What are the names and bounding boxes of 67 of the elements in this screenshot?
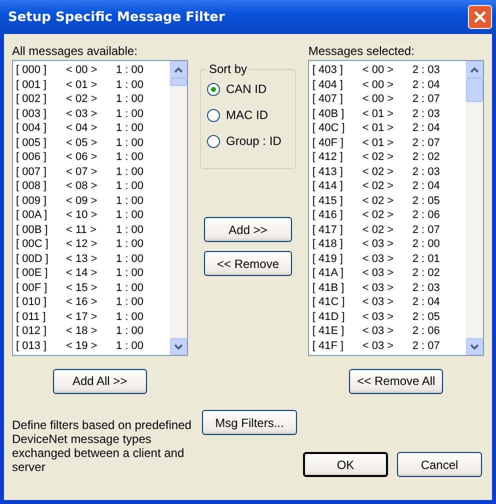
scrollbar[interactable] [170,61,187,355]
list-item[interactable]: [ 012 ] < 18 > 1 : 00 [16,324,170,338]
radio-option[interactable]: Group : ID [207,134,289,148]
scrollbar[interactable] [466,61,483,355]
list-item[interactable]: [ 41E ] < 03 > 2 : 06 [312,324,466,338]
list-item[interactable]: [ 00C ] < 12 > 1 : 00 [16,237,170,252]
list-item[interactable]: [ 416 ] < 02 > 2 : 06 [312,208,466,222]
list-item[interactable]: [ 40C ] < 01 > 2 : 04 [312,121,466,136]
list-item[interactable]: [ 414 ] < 02 > 2 : 04 [312,179,466,194]
list-item[interactable]: [ 008 ] < 08 > 1 : 00 [16,179,170,194]
list-item[interactable]: [ 005 ] < 05 > 1 : 00 [16,136,170,150]
list-label: All messages available: [12,43,138,60]
list-item[interactable]: [ 011 ] < 17 > 1 : 00 [16,310,170,324]
scroll-down-icon[interactable] [170,338,187,355]
list-item[interactable]: [ 013 ] < 19 > 1 : 00 [16,338,170,353]
list-item[interactable]: [ 404 ] < 00 > 2 : 04 [312,78,466,92]
add-button[interactable]: Add >> [204,217,292,242]
list-item[interactable]: [ 002 ] < 02 > 1 : 00 [16,92,170,106]
scroll-up-icon[interactable] [466,61,483,78]
list-item[interactable]: [ 413 ] < 02 > 2 : 03 [312,164,466,179]
list-item[interactable]: [ 010 ] < 16 > 1 : 00 [16,295,170,310]
list-item[interactable]: [ 00B ] < 11 > 1 : 00 [16,222,170,237]
radio-option[interactable]: MAC ID [207,108,289,122]
msg-filters-button[interactable]: Msg Filters... [202,410,297,435]
list-item[interactable]: [ 41C ] < 03 > 2 : 04 [312,295,466,310]
list-button[interactable]: Add All >> [52,368,147,394]
list-item[interactable]: [ 00E ] < 14 > 1 : 00 [16,266,170,280]
close-button[interactable] [468,5,492,29]
scroll-thumb[interactable] [466,78,483,102]
scroll-down-icon[interactable] [466,338,483,355]
list-item[interactable]: [ 41F ] < 03 > 2 : 07 [312,338,466,353]
list-item[interactable]: [ 419 ] < 03 > 2 : 01 [312,252,466,266]
list-item[interactable]: [ 41D ] < 03 > 2 : 05 [312,310,466,324]
list-item[interactable]: [ 003 ] < 03 > 1 : 00 [16,106,170,121]
list-label: Messages selected: [308,43,416,60]
list-button[interactable]: << Remove All [349,368,444,394]
list-item[interactable]: [ 412 ] < 02 > 2 : 02 [312,150,466,164]
list-item[interactable]: [ 00D ] < 13 > 1 : 00 [16,252,170,266]
scroll-thumb[interactable] [170,78,187,86]
list-item[interactable]: [ 41A ] < 03 > 2 : 02 [312,266,466,280]
list-item[interactable]: [ 417 ] < 02 > 2 : 07 [312,222,466,237]
hint-text: Define filters based on predefined DeviceNet message types exchanged between a client and server [12,417,192,476]
list-item[interactable]: [ 40B ] < 01 > 2 : 03 [312,106,466,121]
list-item[interactable]: [ 001 ] < 01 > 1 : 00 [16,78,170,92]
dialog-button[interactable]: Cancel [397,452,482,477]
window-title: Setup Specific Message Filter [8,10,225,24]
list-item[interactable]: [ 00F ] < 15 > 1 : 00 [16,280,170,295]
scroll-up-icon[interactable] [170,61,187,78]
list-item[interactable]: [ 006 ] < 06 > 1 : 00 [16,150,170,164]
list-item[interactable]: [ 00A ] < 10 > 1 : 00 [16,208,170,222]
list-item[interactable]: [ 007 ] < 07 > 1 : 00 [16,164,170,179]
list-item[interactable]: [ 407 ] < 00 > 2 : 07 [312,92,466,106]
list-item[interactable]: [ 000 ] < 00 > 1 : 00 [16,63,170,78]
list-item[interactable]: [ 004 ] < 04 > 1 : 00 [16,121,170,136]
list-item[interactable]: [ 415 ] < 02 > 2 : 05 [312,194,466,208]
dialog-button[interactable]: OK [303,452,388,477]
close-icon[interactable] [474,11,486,23]
radio-option[interactable]: CAN ID [207,82,289,96]
list-item[interactable]: [ 418 ] < 03 > 2 : 00 [312,237,466,252]
message-list[interactable] [12,60,188,356]
list-item[interactable]: [ 403 ] < 00 > 2 : 03 [312,63,466,78]
group-label: Sort by [208,62,248,76]
list-item[interactable]: [ 41B ] < 03 > 2 : 03 [312,280,466,295]
message-list[interactable] [308,60,484,356]
list-item[interactable]: [ 40F ] < 01 > 2 : 07 [312,136,466,150]
list-item[interactable]: [ 009 ] < 09 > 1 : 00 [16,194,170,208]
remove-button[interactable]: << Remove [204,251,292,276]
